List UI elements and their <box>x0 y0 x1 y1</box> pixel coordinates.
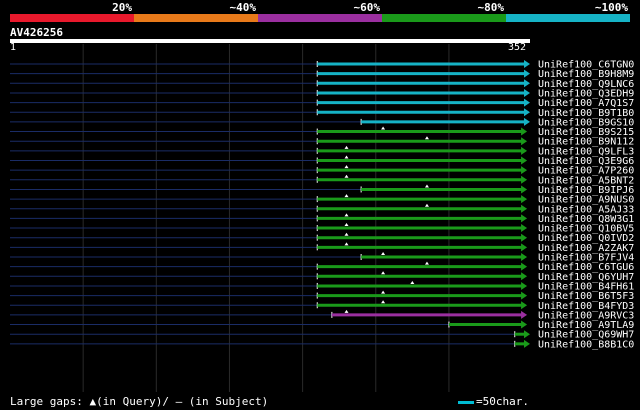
gap-marker-icon <box>381 126 386 130</box>
hit-arrow-icon <box>521 291 528 300</box>
scale-bar <box>458 400 474 404</box>
hit-arrow-icon <box>524 69 530 78</box>
gap-marker-icon <box>410 280 415 284</box>
hit-arrow-icon <box>521 233 528 242</box>
gap-marker-icon <box>424 203 429 207</box>
gap-marker-icon <box>344 223 349 227</box>
hit-arrow-icon <box>521 262 528 271</box>
hit-arrow-icon <box>521 185 528 194</box>
gap-marker-icon <box>424 261 429 265</box>
hit-arrow-icon <box>521 137 528 146</box>
gap-marker-icon <box>381 271 386 275</box>
hit-arrow-icon <box>524 98 530 107</box>
hit-arrow-icon <box>521 301 528 310</box>
hit-arrow-icon <box>524 60 530 68</box>
hit-arrow-icon <box>521 146 528 155</box>
hit-arrow-icon <box>524 79 530 88</box>
hit-arrow-icon <box>521 243 528 252</box>
scale-label: =50char. <box>476 395 529 408</box>
gap-marker-icon <box>344 232 349 236</box>
gap-marker-icon <box>381 290 386 294</box>
gap-marker-icon <box>424 136 429 140</box>
hit-arrow-icon <box>521 156 528 165</box>
hit-arrow-icon <box>521 281 528 290</box>
hit-arrow-icon <box>521 320 528 329</box>
hit-arrow-icon <box>521 214 528 223</box>
hit-arrow-icon <box>524 88 530 97</box>
hit-arrow-icon <box>521 272 528 281</box>
hit-arrow-icon <box>521 253 528 261</box>
gap-marker-icon <box>381 300 386 304</box>
gap-marker-icon <box>344 165 349 169</box>
gap-marker-icon <box>344 242 349 246</box>
gap-marker-icon <box>424 184 429 188</box>
scale-legend: =50char. <box>458 395 529 408</box>
hit-arrow-icon <box>521 127 528 136</box>
hit-arrow-icon <box>524 117 530 126</box>
hit-arrow-icon <box>521 195 528 204</box>
hit-arrow-icon <box>521 310 528 319</box>
hit-arrow-icon <box>521 175 528 184</box>
gap-marker-icon <box>344 174 349 178</box>
gap-marker-icon <box>344 145 349 149</box>
alignment-chart: UniRef100_C6TGN0UniRef100_B9H8M9UniRef10… <box>10 44 634 392</box>
hit-row: UniRef100_B8B1C0 <box>10 339 634 350</box>
hit-arrow-icon <box>521 166 528 175</box>
hit-label[interactable]: UniRef100_B8B1C0 <box>538 339 634 350</box>
hit-arrow-icon <box>521 224 528 233</box>
hit-arrow-icon <box>524 108 530 117</box>
hit-arrow-icon <box>521 204 528 213</box>
gap-marker-icon <box>344 194 349 198</box>
gap-legend: Large gaps: ▲(in Query)/ — (in Subject) <box>10 395 269 408</box>
gap-marker-icon <box>381 252 386 255</box>
gap-marker-icon <box>344 213 349 217</box>
gap-marker-icon <box>344 309 349 313</box>
hit-arrow-icon <box>524 339 530 348</box>
gap-marker-icon <box>344 155 349 159</box>
hit-arrow-icon <box>524 330 530 339</box>
